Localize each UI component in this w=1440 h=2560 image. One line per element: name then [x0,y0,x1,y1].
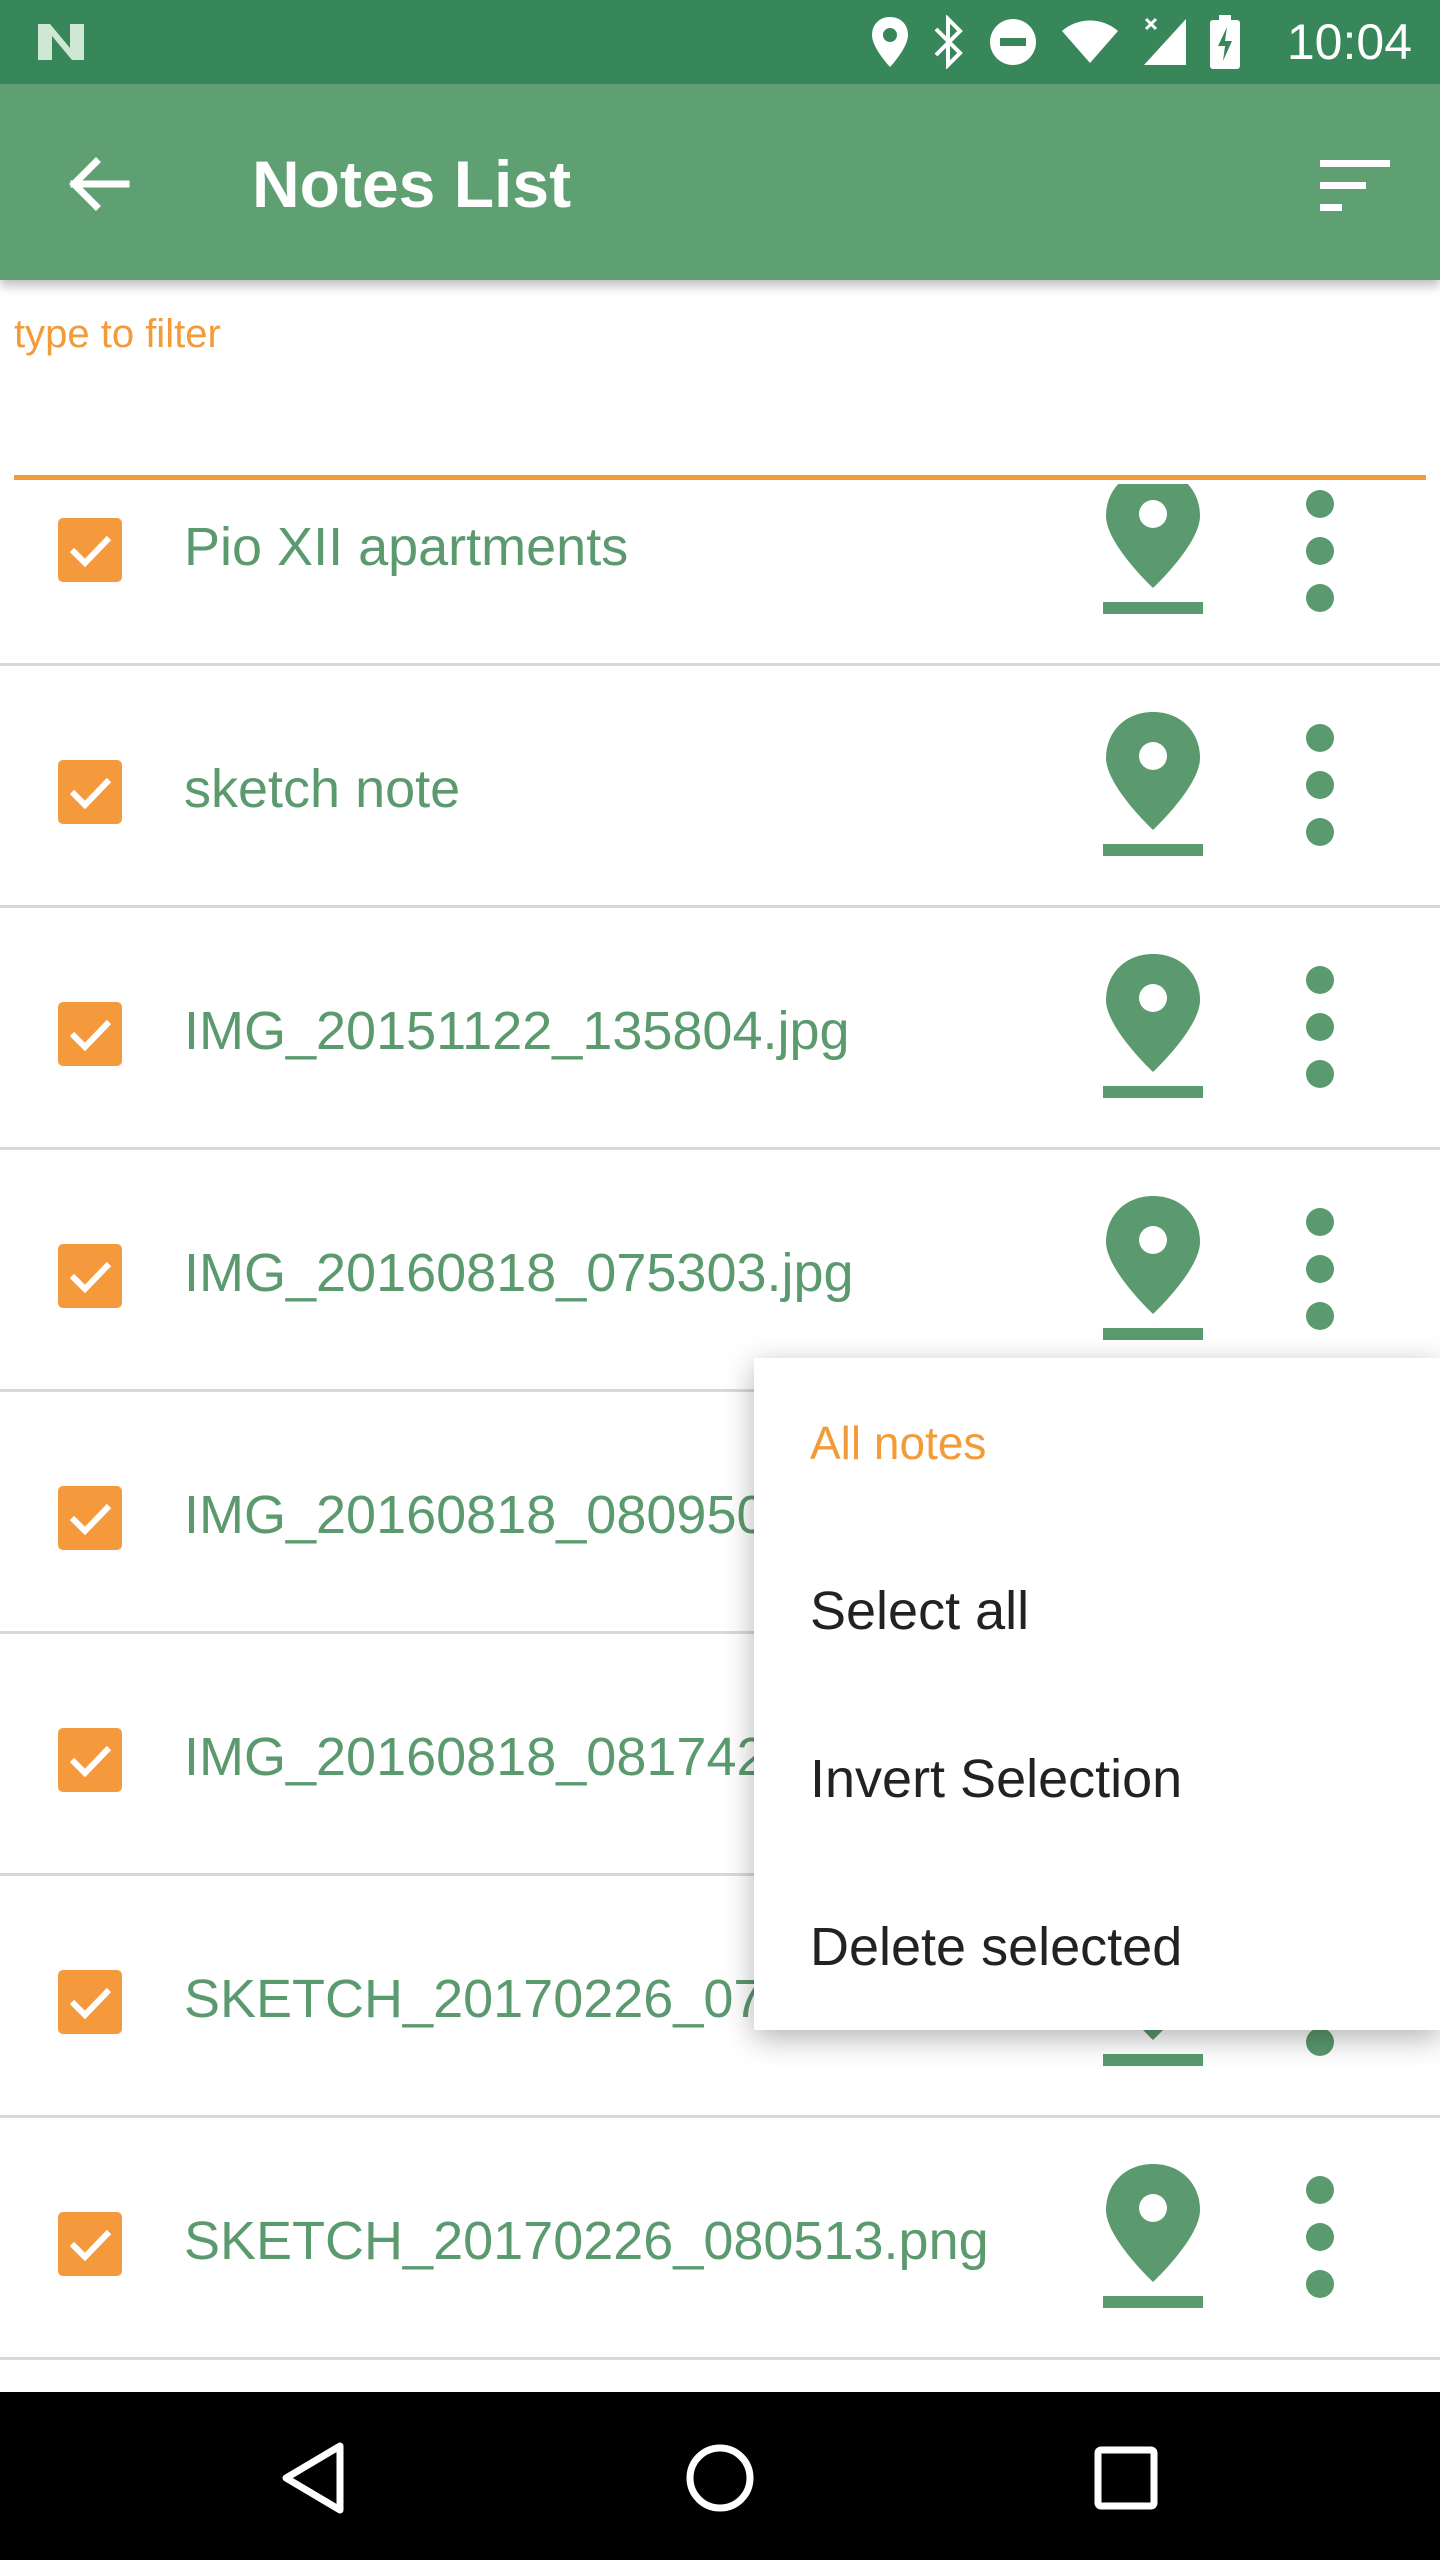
status-time: 10:04 [1286,14,1412,70]
note-title: sketch note [184,759,461,819]
note-title: SKETCH_20170226_07 [184,1969,764,2029]
map-pin-icon[interactable] [1098,1192,1208,1342]
home-circle-icon[interactable] [670,2428,770,2528]
app-bar: Notes List [0,84,1440,280]
checkbox[interactable] [58,1728,122,1792]
note-title: IMG_20160818_081742 [184,1727,767,1787]
checkbox[interactable] [58,1970,122,2034]
page-title: Notes List [252,147,572,221]
sort-icon[interactable] [1316,156,1396,216]
status-bar: 10:04 [0,0,1440,84]
map-pin-icon[interactable] [1098,950,1208,1100]
more-vert-icon[interactable] [1290,720,1350,850]
more-vert-icon[interactable] [1290,486,1350,616]
map-pin-icon[interactable] [1098,484,1208,616]
filter-input[interactable] [14,370,1426,480]
checkbox[interactable] [58,2212,122,2276]
check-icon [69,1019,112,1052]
selection-menu: All notes Select all Invert Selection De… [754,1358,1440,2030]
arrow-back-icon[interactable] [60,144,140,224]
location-icon [872,17,908,67]
recents-square-icon[interactable] [1076,2428,1176,2528]
note-title: IMG_20151122_135804.jpg [184,1001,850,1061]
checkbox[interactable] [58,518,122,582]
checkbox[interactable] [58,760,122,824]
note-title: IMG_20160818_075303.jpg [184,1243,854,1303]
check-icon [69,1987,112,2020]
more-vert-icon[interactable] [1290,962,1350,1092]
map-pin-icon[interactable] [1098,708,1208,858]
check-icon [69,1503,112,1536]
status-icons [870,14,1240,70]
bluetooth-icon [934,15,963,69]
wifi-icon [1062,20,1118,63]
list-item[interactable]: IMG_20160818_075303.jpg [0,1152,1440,1392]
check-icon [69,535,112,568]
list-item[interactable]: sketch note [0,668,1440,908]
battery-charging-icon [1210,15,1240,69]
navigation-bar [0,2392,1440,2560]
menu-item-select-all[interactable]: Select all [810,1580,1029,1642]
check-icon [69,2229,112,2262]
checkbox[interactable] [58,1244,122,1308]
note-title: Pio XII apartments [184,517,629,577]
list-item[interactable]: SKETCH_20170226_080513.png [0,2120,1440,2360]
more-vert-icon[interactable] [1290,1204,1350,1334]
note-title: IMG_20160818_080950 [184,1485,767,1545]
checkbox[interactable] [58,1486,122,1550]
notification-n-icon [38,24,84,60]
note-title: SKETCH_20170226_080513.png [184,2211,989,2271]
map-pin-icon[interactable] [1098,2160,1208,2310]
filter-label: type to filter [14,312,221,356]
menu-header-all-notes: All notes [810,1417,987,1469]
menu-item-invert-selection[interactable]: Invert Selection [810,1748,1182,1810]
check-icon [69,777,112,810]
signal-icon [1144,17,1186,65]
do-not-disturb-icon [990,19,1036,65]
more-vert-icon[interactable] [1290,2172,1350,2302]
check-icon [69,1261,112,1294]
back-triangle-icon[interactable] [268,2428,368,2528]
checkbox[interactable] [58,1002,122,1066]
list-item[interactable]: IMG_20151122_135804.jpg [0,910,1440,1150]
menu-item-delete-selected[interactable]: Delete selected [810,1916,1182,1978]
list-item[interactable]: Pio XII apartments [0,484,1440,666]
check-icon [69,1745,112,1778]
